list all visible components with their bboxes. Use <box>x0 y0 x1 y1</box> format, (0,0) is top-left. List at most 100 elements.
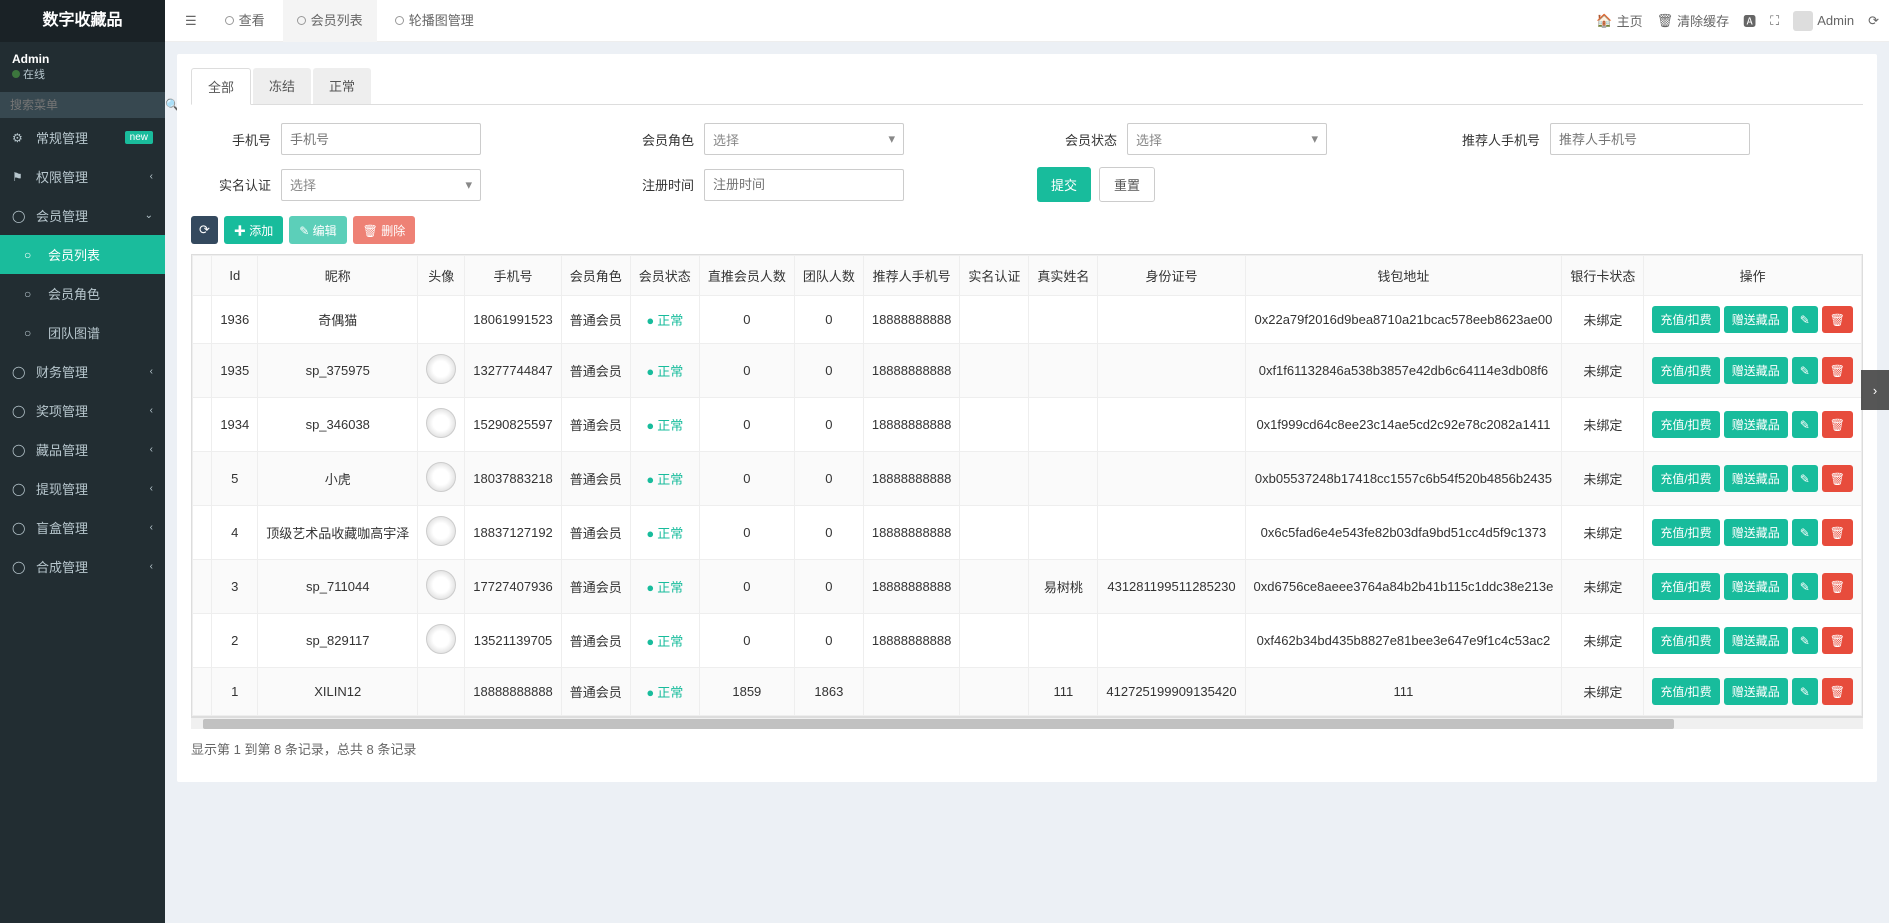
gift-button[interactable]: 赠送藏品 <box>1724 627 1788 654</box>
add-button[interactable]: ✚ 添加 <box>224 216 283 244</box>
hamburger-icon[interactable]: ☰ <box>175 13 207 29</box>
table-header[interactable]: 操作 <box>1644 256 1862 296</box>
sidebar-item-withdraw[interactable]: ◯提现管理‹ <box>0 469 165 508</box>
row-delete-button[interactable]: 🗑 <box>1822 519 1853 546</box>
table-row[interactable]: 5小虎18037883218普通会员正常00188888888880xb0553… <box>193 452 1862 506</box>
table-header[interactable]: 会员状态 <box>630 256 699 296</box>
gift-button[interactable]: 赠送藏品 <box>1724 519 1788 546</box>
gift-button[interactable]: 赠送藏品 <box>1724 573 1788 600</box>
table-header[interactable]: 会员角色 <box>561 256 630 296</box>
table-header[interactable]: 手机号 <box>465 256 562 296</box>
sidebar-item-synthesis[interactable]: ◯合成管理‹ <box>0 547 165 586</box>
table-header[interactable]: 推荐人手机号 <box>863 256 960 296</box>
table-row[interactable]: 1934sp_34603815290825597普通会员正常0018888888… <box>193 398 1862 452</box>
side-panel-handle[interactable]: › <box>1861 370 1889 410</box>
admin-menu[interactable]: Admin <box>1793 11 1854 31</box>
table-header[interactable]: 银行卡状态 <box>1562 256 1644 296</box>
table-header[interactable]: 头像 <box>418 256 465 296</box>
recharge-button[interactable]: 充值/扣费 <box>1652 357 1719 384</box>
sidebar-item-collection[interactable]: ◯藏品管理‹ <box>0 430 165 469</box>
recharge-button[interactable]: 充值/扣费 <box>1652 306 1719 333</box>
table-header[interactable]: 真实姓名 <box>1029 256 1098 296</box>
panel-tab-all[interactable]: 全部 <box>191 68 251 105</box>
gift-button[interactable]: 赠送藏品 <box>1724 465 1788 492</box>
fullscreen-icon[interactable]: ⛶ <box>1770 13 1779 29</box>
gift-button[interactable]: 赠送藏品 <box>1724 357 1788 384</box>
menu-search[interactable]: 🔍 <box>0 92 165 118</box>
filter-phone-input[interactable] <box>281 123 481 155</box>
sidebar-item-general[interactable]: ⚙常规管理new <box>0 118 165 157</box>
table-header[interactable]: Id <box>212 256 258 296</box>
row-edit-button[interactable]: ✎ <box>1792 357 1818 384</box>
clear-cache-link[interactable]: 🗑 清除缓存 <box>1657 11 1730 30</box>
menu-search-input[interactable] <box>10 98 165 112</box>
row-edit-button[interactable]: ✎ <box>1792 627 1818 654</box>
table-row[interactable]: 3sp_71104417727407936普通会员正常0018888888888… <box>193 560 1862 614</box>
row-edit-button[interactable]: ✎ <box>1792 573 1818 600</box>
filter-realname-select[interactable]: 选择▾ <box>281 169 481 201</box>
recharge-button[interactable]: 充值/扣费 <box>1652 519 1719 546</box>
edit-button[interactable]: ✎ 编辑 <box>289 216 346 244</box>
table-header[interactable]: 实名认证 <box>960 256 1029 296</box>
recharge-button[interactable]: 充值/扣费 <box>1652 411 1719 438</box>
gift-button[interactable]: 赠送藏品 <box>1724 411 1788 438</box>
sidebar-item-team-graph[interactable]: ○团队图谱 <box>0 313 165 352</box>
filter-status-label: 会员状态 <box>1037 130 1127 149</box>
gift-button[interactable]: 赠送藏品 <box>1724 306 1788 333</box>
sidebar-item-award[interactable]: ◯奖项管理‹ <box>0 391 165 430</box>
row-delete-button[interactable]: 🗑 <box>1822 627 1853 654</box>
filter-role-select[interactable]: 选择▾ <box>704 123 904 155</box>
table-header[interactable]: 团队人数 <box>794 256 863 296</box>
table-header[interactable]: 钱包地址 <box>1245 256 1562 296</box>
filter-status-select[interactable]: 选择▾ <box>1127 123 1327 155</box>
refresh-button[interactable]: ⟳ <box>191 216 218 244</box>
row-delete-button[interactable]: 🗑 <box>1822 306 1853 333</box>
col-checkbox[interactable] <box>193 256 212 296</box>
refresh-icon[interactable]: ⟳ <box>1868 13 1879 29</box>
recharge-button[interactable]: 充值/扣费 <box>1652 465 1719 492</box>
sidebar-item-blindbox[interactable]: ◯盲盒管理‹ <box>0 508 165 547</box>
header-tab-member-list[interactable]: 会员列表 <box>283 0 377 42</box>
header-tab-view[interactable]: 查看 <box>211 0 279 42</box>
row-delete-button[interactable]: 🗑 <box>1822 357 1853 384</box>
row-edit-button[interactable]: ✎ <box>1792 411 1818 438</box>
sidebar-item-member-role[interactable]: ○会员角色 <box>0 274 165 313</box>
recharge-button[interactable]: 充值/扣费 <box>1652 573 1719 600</box>
filter-phone-label: 手机号 <box>191 130 281 149</box>
table-row[interactable]: 1935sp_37597513277744847普通会员正常0018888888… <box>193 344 1862 398</box>
row-edit-button[interactable]: ✎ <box>1792 465 1818 492</box>
sidebar-item-finance[interactable]: ◯财务管理‹ <box>0 352 165 391</box>
row-edit-button[interactable]: ✎ <box>1792 306 1818 333</box>
row-edit-button[interactable]: ✎ <box>1792 678 1818 705</box>
row-delete-button[interactable]: 🗑 <box>1822 411 1853 438</box>
sidebar-item-member-list[interactable]: ○会员列表 <box>0 235 165 274</box>
lang-icon[interactable]: 🅰 <box>1743 11 1756 30</box>
panel-tab-normal[interactable]: 正常 <box>313 68 371 104</box>
table-row[interactable]: 1XILIN1218888888888普通会员正常185918631114127… <box>193 668 1862 716</box>
row-edit-button[interactable]: ✎ <box>1792 519 1818 546</box>
recharge-button[interactable]: 充值/扣费 <box>1652 627 1719 654</box>
table-row[interactable]: 2sp_82911713521139705普通会员正常0018888888888… <box>193 614 1862 668</box>
filter-role-label: 会员角色 <box>614 130 704 149</box>
row-delete-button[interactable]: 🗑 <box>1822 465 1853 492</box>
sidebar-item-permission[interactable]: ⚑权限管理‹ <box>0 157 165 196</box>
home-link[interactable]: 🏠 主页 <box>1596 11 1642 30</box>
filter-regtime-input[interactable] <box>704 169 904 201</box>
table-header[interactable]: 直推会员人数 <box>699 256 794 296</box>
panel-tab-frozen[interactable]: 冻结 <box>253 68 311 104</box>
horizontal-scrollbar[interactable] <box>191 717 1863 729</box>
recharge-button[interactable]: 充值/扣费 <box>1652 678 1719 705</box>
table-header[interactable]: 身份证号 <box>1098 256 1245 296</box>
filter-referrer-input[interactable] <box>1550 123 1750 155</box>
row-delete-button[interactable]: 🗑 <box>1822 573 1853 600</box>
reset-button[interactable]: 重置 <box>1099 167 1155 202</box>
table-row[interactable]: 4顶级艺术品收藏咖高宇泽18837127192普通会员正常00188888888… <box>193 506 1862 560</box>
submit-button[interactable]: 提交 <box>1037 167 1091 202</box>
sidebar-item-member[interactable]: ◯会员管理⌄ <box>0 196 165 235</box>
table-row[interactable]: 1936奇偶猫18061991523普通会员正常00188888888880x2… <box>193 296 1862 344</box>
gift-button[interactable]: 赠送藏品 <box>1724 678 1788 705</box>
table-header[interactable]: 昵称 <box>258 256 418 296</box>
header-tab-banner[interactable]: 轮播图管理 <box>381 0 488 42</box>
row-delete-button[interactable]: 🗑 <box>1822 678 1853 705</box>
delete-button[interactable]: 🗑 删除 <box>353 216 416 244</box>
